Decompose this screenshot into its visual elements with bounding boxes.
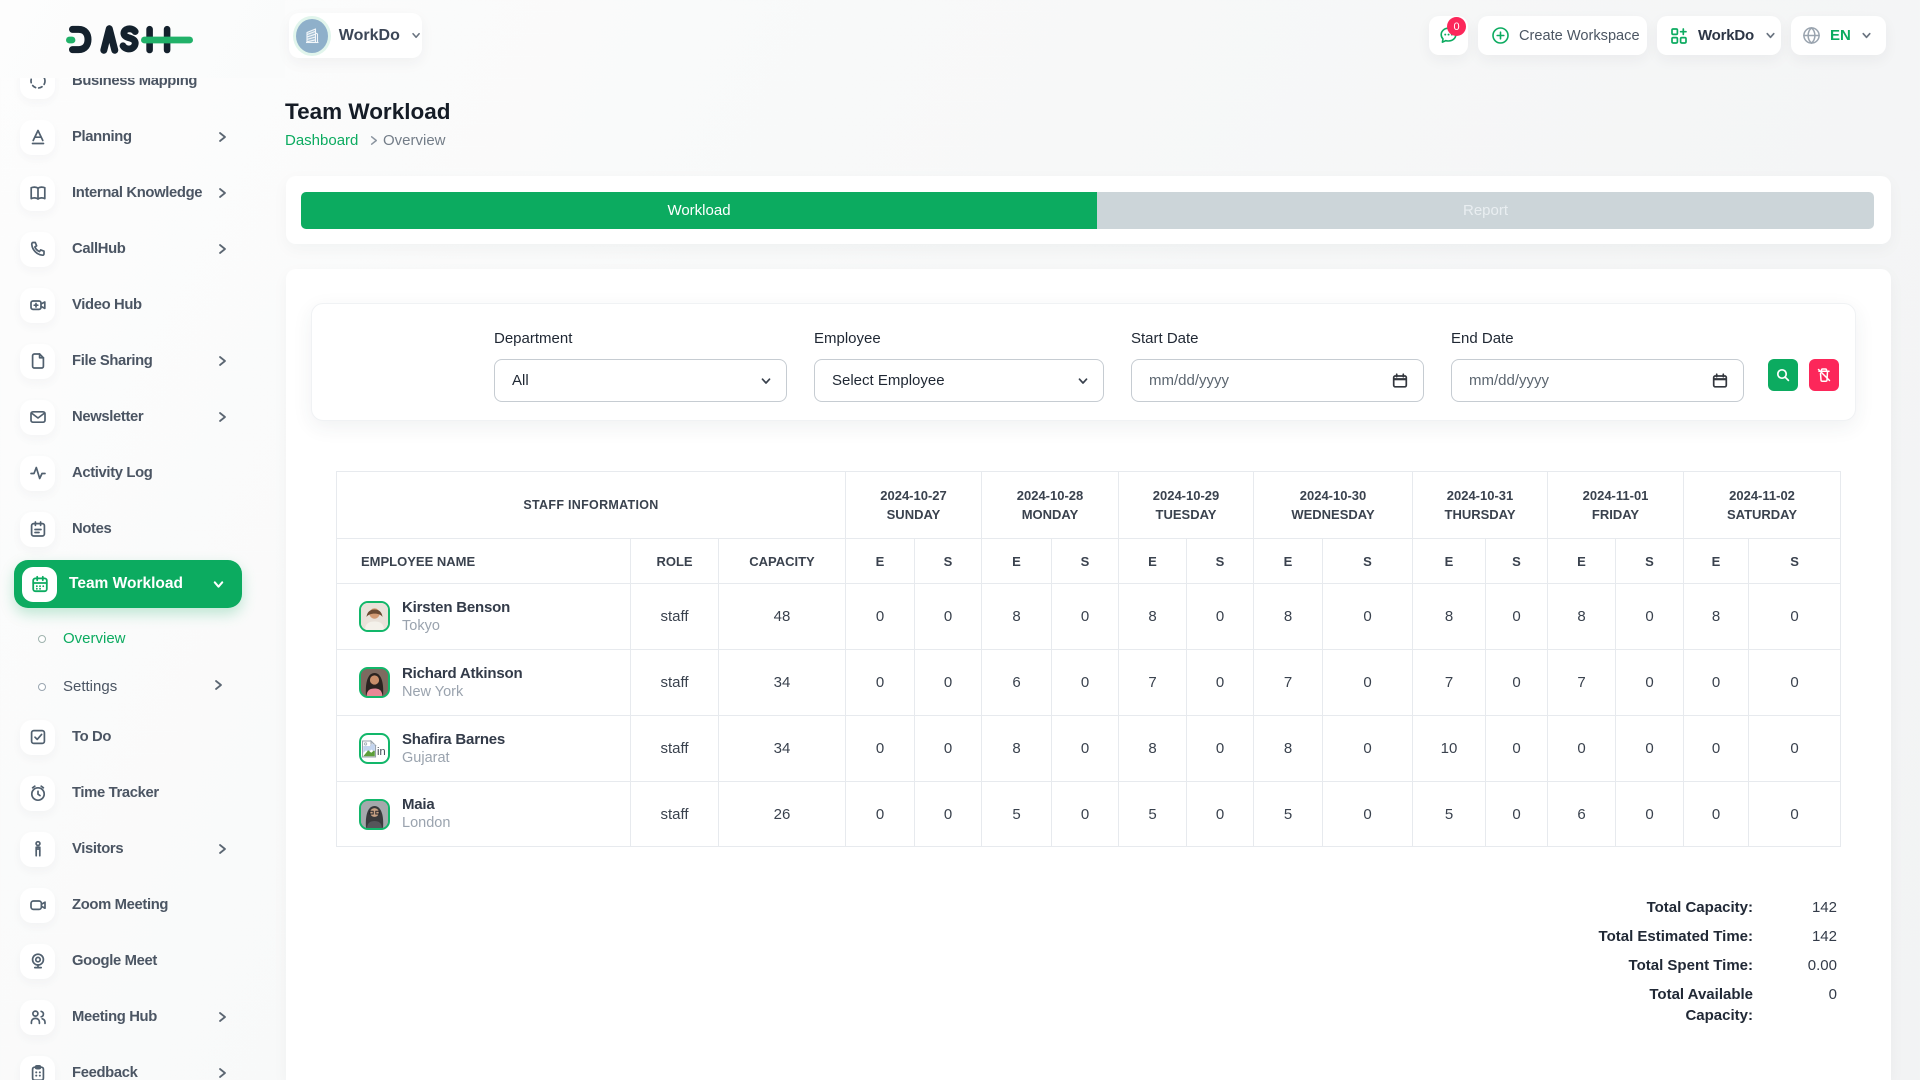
svg-text:in: in [377,746,386,758]
